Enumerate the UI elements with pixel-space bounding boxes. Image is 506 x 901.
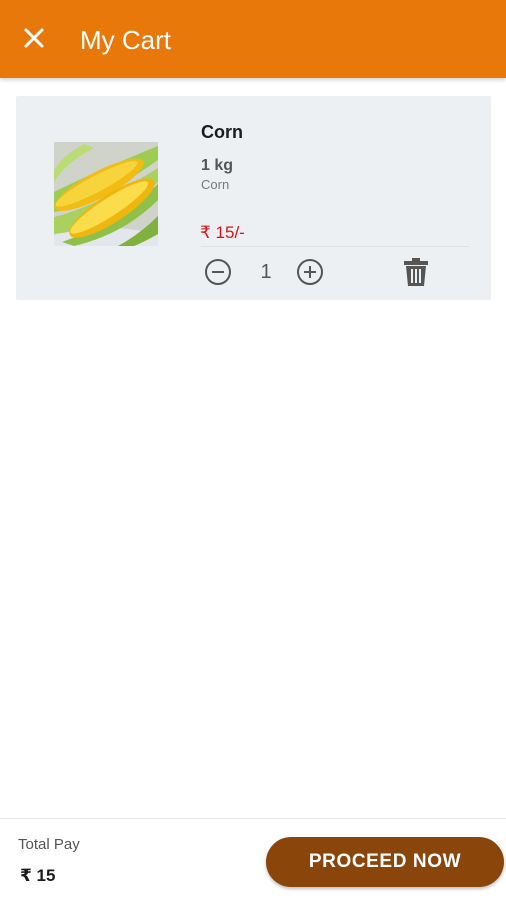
total-pay-amount: ₹ 15 bbox=[20, 866, 56, 885]
trash-icon bbox=[403, 257, 429, 292]
divider bbox=[201, 246, 469, 247]
close-button[interactable] bbox=[14, 20, 54, 60]
decrease-quantity-button[interactable] bbox=[202, 258, 234, 290]
page-title: My Cart bbox=[80, 25, 171, 55]
checkout-bar: Total Pay ₹ 15 PROCEED NOW bbox=[0, 818, 506, 901]
product-weight: 1 kg bbox=[201, 157, 234, 174]
cart-item-card: Corn 1 kg Corn ₹ 15/- 1 bbox=[16, 96, 491, 300]
product-image bbox=[46, 142, 166, 256]
delete-item-button[interactable] bbox=[400, 256, 432, 292]
product-name: Corn bbox=[201, 122, 243, 142]
proceed-now-button[interactable]: PROCEED NOW bbox=[266, 837, 504, 887]
minus-circle-icon bbox=[204, 258, 232, 291]
app-bar: My Cart bbox=[0, 0, 506, 78]
close-icon bbox=[23, 27, 45, 54]
product-price: ₹ 15/- bbox=[200, 223, 245, 242]
increase-quantity-button[interactable] bbox=[294, 258, 326, 290]
plus-circle-icon bbox=[296, 258, 324, 291]
product-subtitle: Corn bbox=[201, 177, 230, 192]
total-pay-label: Total Pay bbox=[18, 836, 80, 853]
quantity-value: 1 bbox=[260, 261, 272, 283]
